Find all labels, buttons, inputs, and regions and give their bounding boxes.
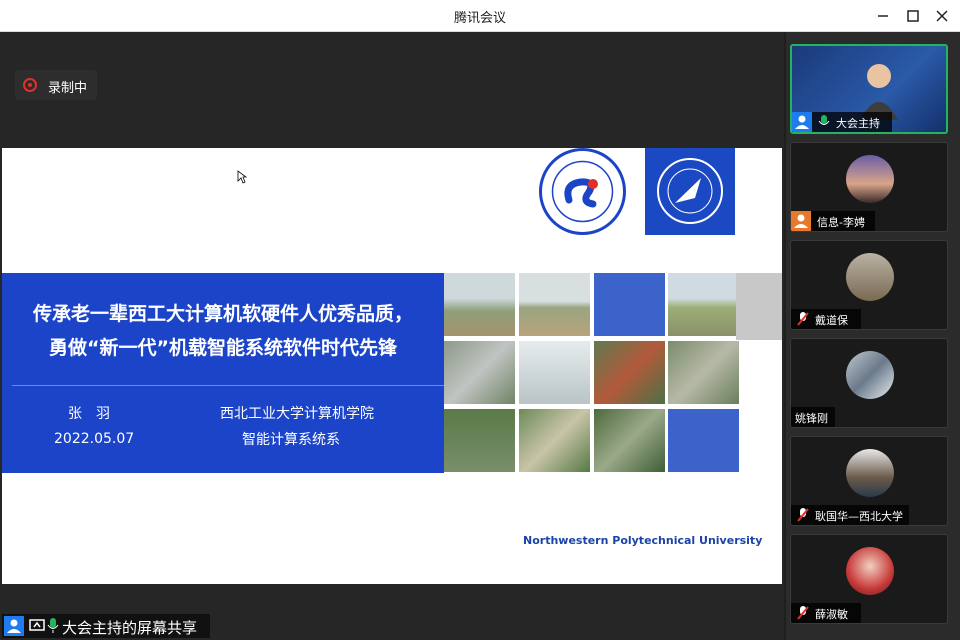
divider xyxy=(12,385,444,386)
mic-on-icon xyxy=(818,115,830,125)
university-english-name: Northwestern Polytechnical University xyxy=(523,534,763,547)
screen-share-icon xyxy=(29,619,45,631)
presentation-date: 2022.05.07 xyxy=(54,431,135,447)
campus-photo-grid xyxy=(444,273,739,473)
participant-label: 姚锋刚 xyxy=(791,407,835,427)
participant-tile[interactable]: 薛淑敏 xyxy=(790,534,948,624)
host-user-icon xyxy=(791,211,811,231)
slide-title-line2: 勇做“新一代”机载智能系统软件时代先锋 xyxy=(49,337,397,359)
campus-photo xyxy=(519,273,590,336)
shared-screen-area: 录制中 传承老一辈西工大计算机软硬件人优秀品质， 勇做“新一代”机载智能系统软件… xyxy=(0,32,784,640)
minimize-icon[interactable] xyxy=(873,6,893,26)
campus-photo xyxy=(519,341,590,404)
participant-tile[interactable]: 姚锋刚 xyxy=(790,338,948,428)
participant-name: 信息-李娉 xyxy=(817,216,865,229)
avatar xyxy=(846,155,894,203)
maximize-icon[interactable] xyxy=(903,6,923,26)
campus-photo xyxy=(594,273,665,336)
record-icon xyxy=(23,78,37,92)
share-label: 大会主持的屏幕共享 xyxy=(62,619,198,637)
mic-muted-icon xyxy=(797,606,809,620)
mic-muted-icon xyxy=(797,312,809,326)
decorative-bar xyxy=(736,273,782,340)
participant-tile[interactable]: 耿国华—西北大学 xyxy=(790,436,948,526)
campus-photo xyxy=(668,273,739,336)
presentation-slide: 传承老一辈西工大计算机软硬件人优秀品质， 勇做“新一代”机载智能系统软件时代先锋… xyxy=(2,148,782,584)
avatar xyxy=(846,547,894,595)
campus-photo xyxy=(444,341,515,404)
screen-share-indicator[interactable]: 大会主持的屏幕共享 xyxy=(2,614,210,638)
participant-name: 戴道保 xyxy=(815,314,848,327)
university-logo xyxy=(645,148,735,235)
mouse-cursor-icon xyxy=(237,170,247,184)
school-logo xyxy=(539,148,626,235)
mic-on-icon xyxy=(47,618,59,633)
host-user-icon xyxy=(792,112,812,132)
campus-photo xyxy=(594,341,665,404)
participant-label: 耿国华—西北大学 xyxy=(791,505,909,525)
campus-photo xyxy=(668,341,739,404)
campus-photo xyxy=(668,409,739,472)
recording-label: 录制中 xyxy=(48,81,88,96)
host-user-icon xyxy=(4,616,24,636)
campus-photo xyxy=(594,409,665,472)
participant-label: 信息-李娉 xyxy=(791,211,875,231)
participant-tile[interactable]: 信息-李娉 xyxy=(790,142,948,232)
participant-name: 大会主持 xyxy=(836,117,880,130)
participant-tile[interactable]: 大会主持 xyxy=(790,44,948,134)
campus-photo xyxy=(444,409,515,472)
avatar xyxy=(846,449,894,497)
slide-title-banner: 传承老一辈西工大计算机软硬件人优秀品质， 勇做“新一代”机载智能系统软件时代先锋… xyxy=(2,273,444,473)
campus-photo xyxy=(519,409,590,472)
avatar xyxy=(846,351,894,399)
department-name: 智能计算系统系 xyxy=(242,432,340,448)
window-titlebar: 腾讯会议 xyxy=(0,0,960,32)
participant-panel: 大会主持 信息-李娉 戴道保 姚锋刚 耿国华—西北大学 薛淑敏 xyxy=(786,32,960,640)
close-icon[interactable] xyxy=(932,6,952,26)
avatar xyxy=(846,253,894,301)
host-video-figure xyxy=(860,64,898,120)
participant-name: 耿国华—西北大学 xyxy=(815,510,903,523)
participant-tile[interactable]: 戴道保 xyxy=(790,240,948,330)
participant-name: 姚锋刚 xyxy=(795,412,828,425)
presenter-name: 张 羽 xyxy=(68,406,110,422)
participant-label: 大会主持 xyxy=(792,112,892,132)
participant-label: 戴道保 xyxy=(791,309,861,329)
slide-title-line1: 传承老一辈西工大计算机软硬件人优秀品质， xyxy=(32,303,413,325)
recording-indicator[interactable]: 录制中 xyxy=(15,70,97,100)
window-title: 腾讯会议 xyxy=(453,11,506,26)
participant-label: 薛淑敏 xyxy=(791,603,861,623)
campus-photo xyxy=(444,273,515,336)
mic-muted-icon xyxy=(797,508,809,522)
participant-name: 薛淑敏 xyxy=(815,608,848,621)
school-name: 西北工业大学计算机学院 xyxy=(220,406,374,422)
